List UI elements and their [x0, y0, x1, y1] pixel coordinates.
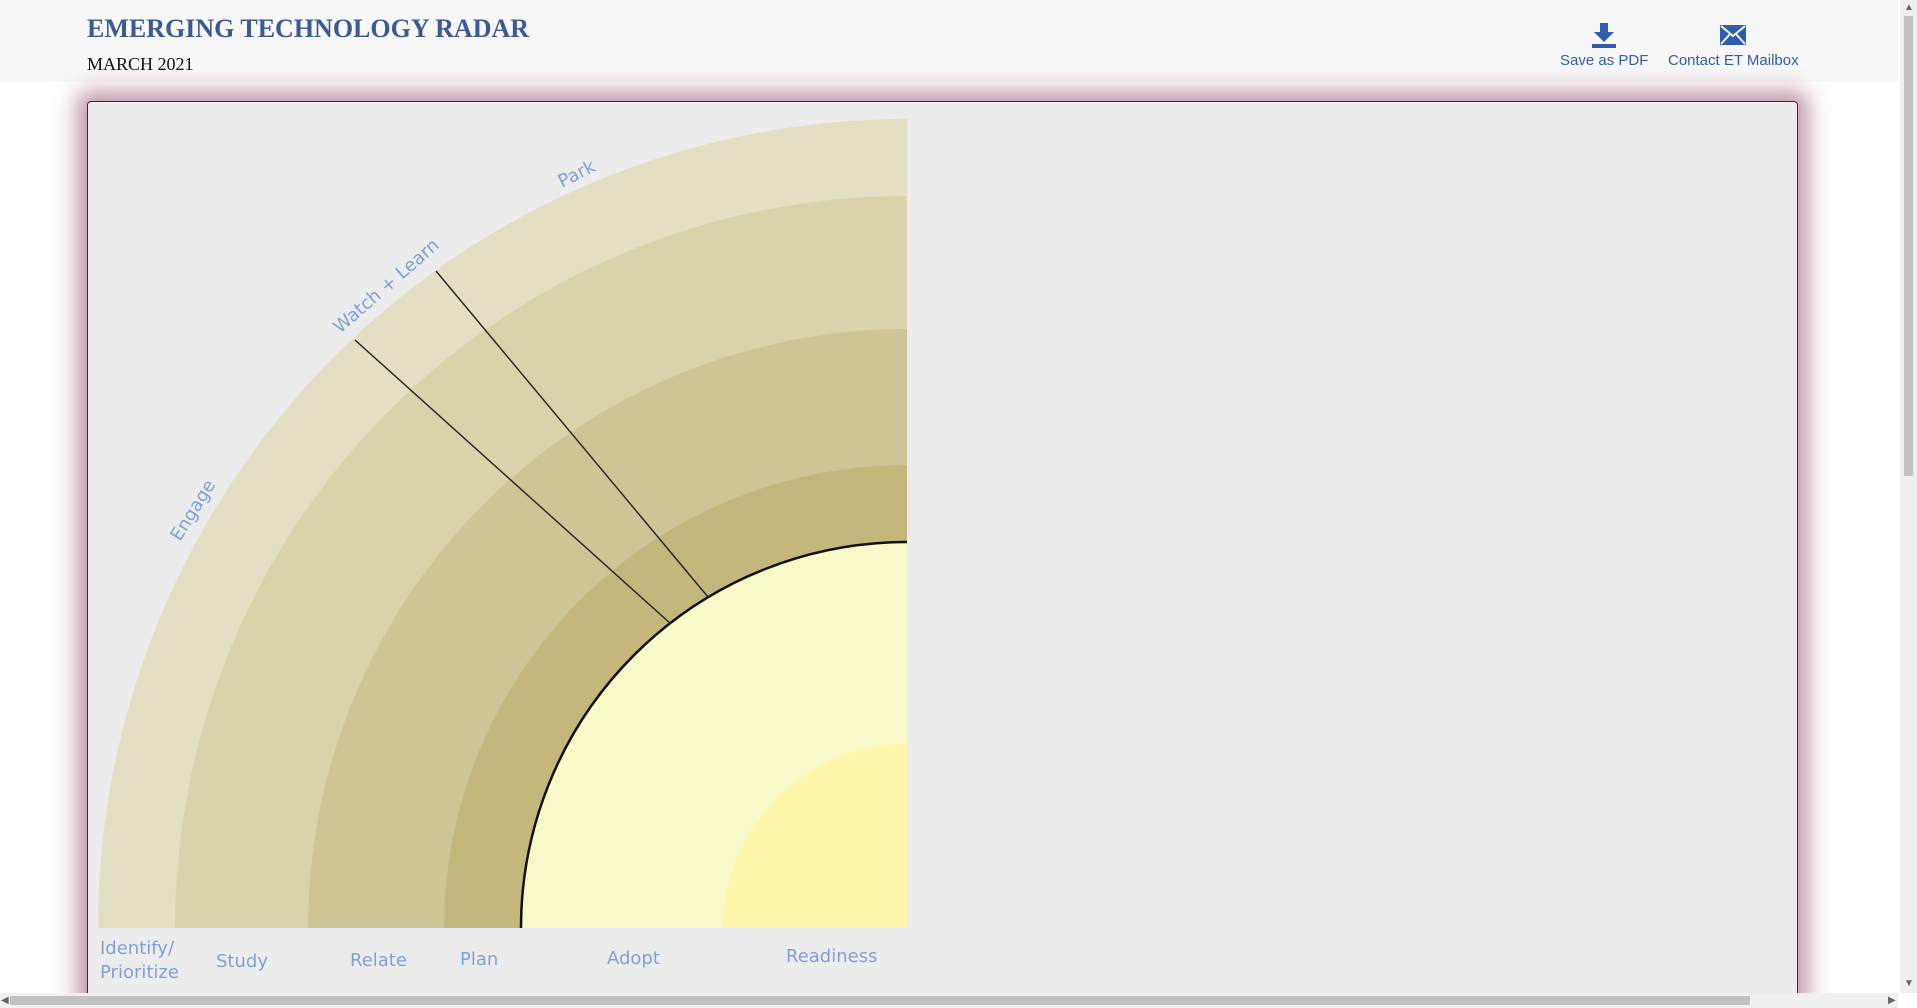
- contact-mailbox-button[interactable]: Contact ET Mailbox: [1668, 20, 1799, 69]
- ring-label-plan: Plan: [460, 949, 498, 970]
- ring-label-identify-line1: Identify/: [100, 938, 175, 959]
- ring-label-identify-line2: Prioritize: [100, 962, 179, 983]
- ring-label-readiness: Readiness: [786, 946, 877, 967]
- save-pdf-button[interactable]: Save as PDF: [1560, 20, 1648, 69]
- scroll-up-icon[interactable]: ▲: [1904, 2, 1914, 13]
- contact-mailbox-label: Contact ET Mailbox: [1668, 52, 1799, 69]
- app-header: EMERGING TECHNOLOGY RADAR MARCH 2021 Sav…: [0, 0, 1898, 82]
- radar-panel: Engage Watch + Learn Park Identify/ Prio…: [87, 101, 1798, 1003]
- ring-label-study: Study: [216, 951, 268, 972]
- save-pdf-label: Save as PDF: [1560, 52, 1649, 69]
- ring-label-relate: Relate: [350, 950, 407, 971]
- envelope-icon: [1719, 20, 1747, 50]
- page-title: EMERGING TECHNOLOGY RADAR: [87, 14, 530, 43]
- horizontal-scroll-thumb[interactable]: [10, 996, 1750, 1005]
- ring-label-identify-prioritize: Identify/ Prioritize: [100, 938, 180, 983]
- radar-chart: Engage Watch + Learn Park Identify/ Prio…: [98, 119, 908, 983]
- vertical-scrollbar[interactable]: ▲ ▼: [1900, 0, 1917, 993]
- scroll-down-icon[interactable]: ▼: [1904, 978, 1914, 989]
- ring-label-adopt: Adopt: [607, 948, 660, 969]
- horizontal-scrollbar[interactable]: ◀ ▶: [0, 993, 1898, 1008]
- download-icon: [1591, 20, 1617, 50]
- page-date: MARCH 2021: [87, 54, 194, 74]
- vertical-scroll-thumb[interactable]: [1904, 16, 1913, 476]
- scroll-right-icon[interactable]: ▶: [1888, 993, 1896, 1008]
- scroll-left-icon[interactable]: ◀: [1, 993, 9, 1008]
